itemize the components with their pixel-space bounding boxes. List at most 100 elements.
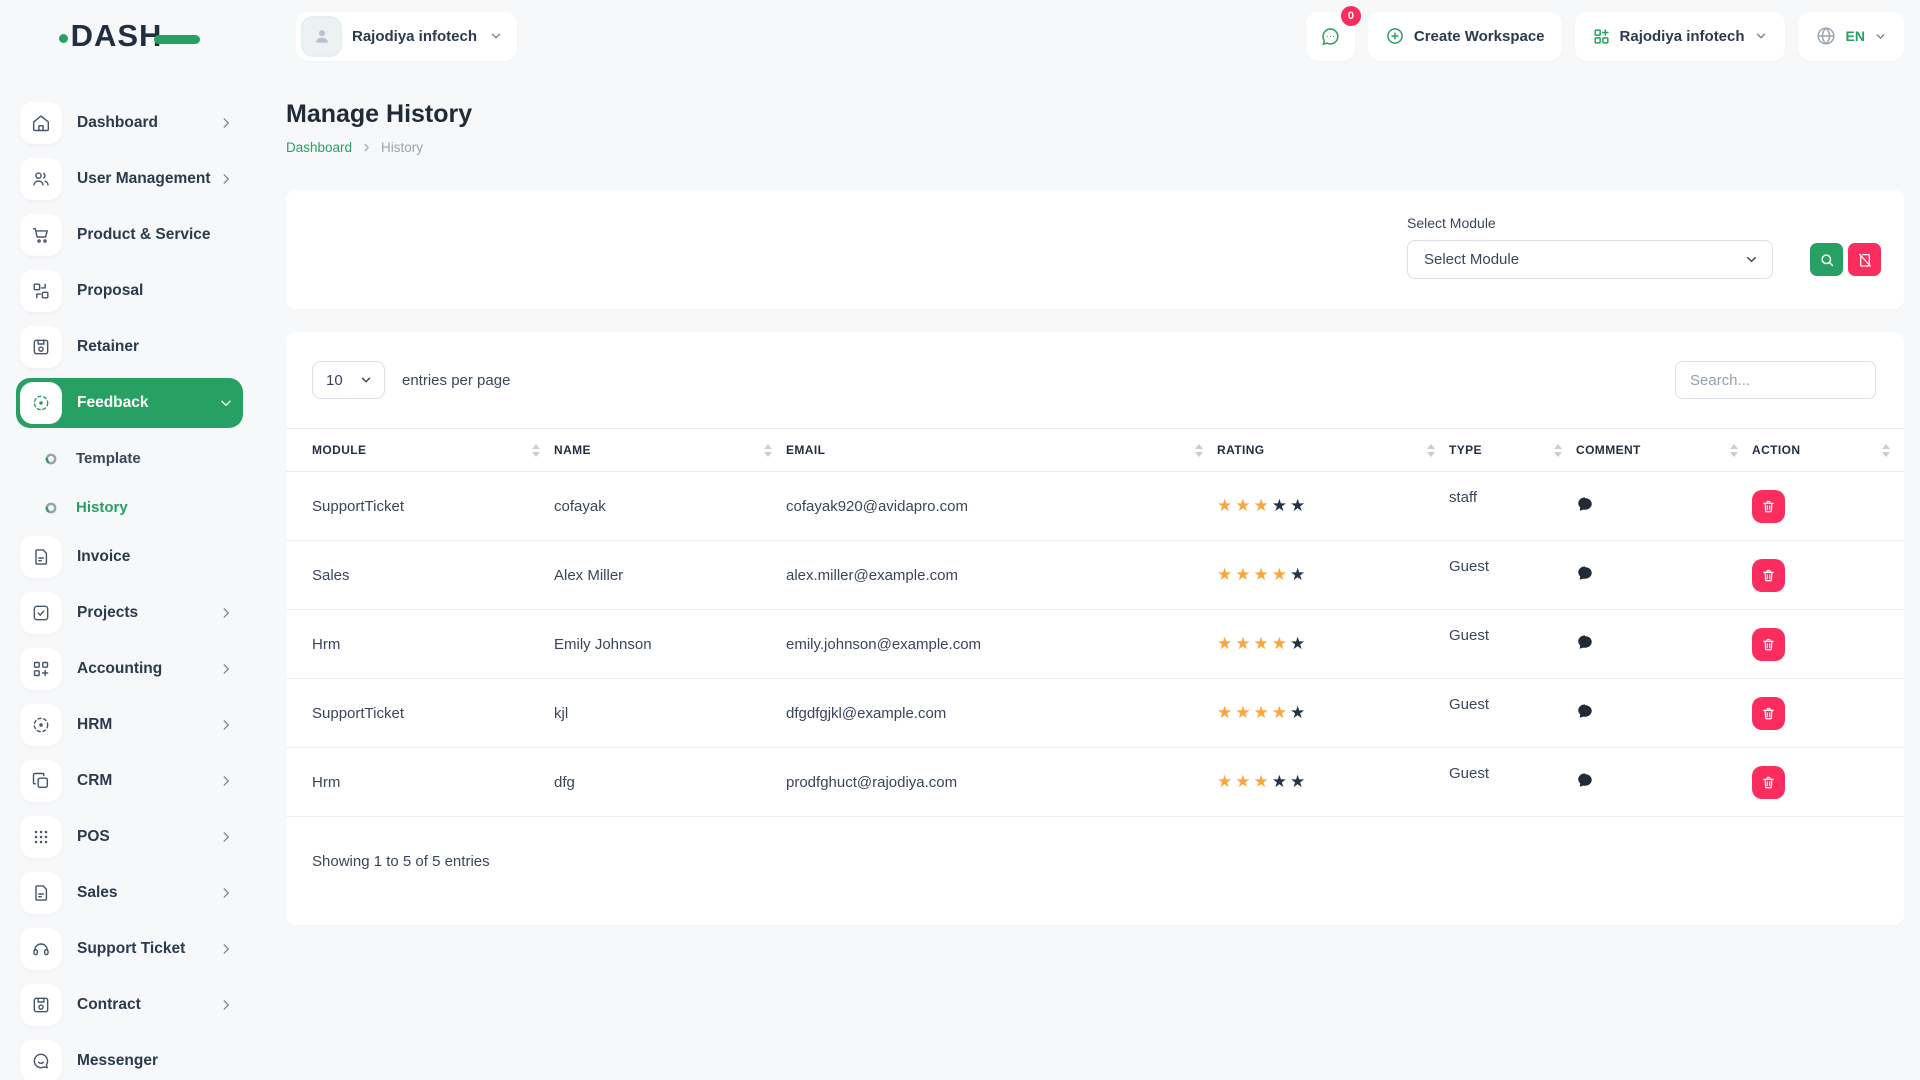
star-icon: ★ [1235, 498, 1250, 515]
chevron-right-icon [219, 606, 233, 620]
type-value: Guest [1449, 558, 1489, 575]
create-workspace-label: Create Workspace [1414, 28, 1545, 45]
delete-button[interactable] [1752, 697, 1785, 730]
sort-icon[interactable] [1882, 444, 1890, 457]
sidebar-subitem-history[interactable]: History [16, 483, 243, 532]
column-header-module[interactable]: MODULE [286, 429, 554, 472]
type-value: Guest [1449, 627, 1489, 644]
sidebar-item-user-management[interactable]: User Management [16, 154, 243, 204]
comment-button[interactable] [1576, 564, 1594, 582]
table-search-input[interactable] [1675, 361, 1876, 399]
language-menu-button[interactable]: EN [1798, 12, 1904, 61]
app-logo[interactable]: DASH [0, 18, 259, 54]
star-icon: ★ [1290, 705, 1305, 722]
trash-icon [1761, 568, 1776, 583]
module-cell: SupportTicket [286, 472, 554, 541]
messages-button[interactable]: 0 [1306, 12, 1355, 61]
star-rating: ★★★★★ [1217, 705, 1449, 722]
star-icon: ★ [1235, 567, 1250, 584]
sort-icon[interactable] [532, 444, 540, 457]
clear-filter-icon [1857, 252, 1873, 268]
delete-button[interactable] [1752, 559, 1785, 592]
swap-boxes-icon [20, 270, 62, 312]
sidebar-item-feedback[interactable]: Feedback [16, 378, 243, 428]
name-cell: dfg [554, 748, 786, 817]
type-value: Guest [1449, 765, 1489, 782]
header-actions: 0 Create Workspace Rajodiya infotech EN [1306, 12, 1904, 61]
column-header-action[interactable]: ACTION [1752, 429, 1904, 472]
page-size-select[interactable]: 10 [312, 361, 385, 399]
star-icon: ★ [1235, 636, 1250, 653]
column-header-comment[interactable]: COMMENT [1576, 429, 1752, 472]
delete-button[interactable] [1752, 490, 1785, 523]
comment-bubble-icon [1576, 564, 1594, 582]
chevron-down-icon [219, 396, 233, 410]
breadcrumb-current: History [381, 140, 423, 155]
sidebar-item-crm[interactable]: CRM [16, 756, 243, 806]
star-icon: ★ [1272, 774, 1287, 791]
type-cell: Guest [1449, 610, 1576, 679]
rating-cell: ★★★★★ [1217, 541, 1449, 610]
dots-grid-icon [20, 816, 62, 858]
module-select[interactable]: Select Module [1407, 240, 1773, 279]
chevron-right-icon [219, 172, 233, 186]
delete-button[interactable] [1752, 628, 1785, 661]
sidebar-item-product-service[interactable]: Product & Service [16, 210, 243, 260]
module-cell: Hrm [286, 610, 554, 679]
sidebar-item-accounting[interactable]: Accounting [16, 644, 243, 694]
sidebar-item-sales[interactable]: Sales [16, 868, 243, 918]
column-header-label: COMMENT [1576, 443, 1641, 457]
sort-icon[interactable] [1554, 444, 1562, 457]
sidebar-item-proposal[interactable]: Proposal [16, 266, 243, 316]
comment-button[interactable] [1576, 702, 1594, 720]
language-label: EN [1846, 28, 1865, 44]
sidebar-item-projects[interactable]: Projects [16, 588, 243, 638]
breadcrumb-dashboard-link[interactable]: Dashboard [286, 140, 352, 155]
comment-button[interactable] [1576, 633, 1594, 651]
sort-icon[interactable] [764, 444, 772, 457]
workspace-switcher[interactable]: Rajodiya infotech [296, 12, 517, 61]
sidebar-item-invoice[interactable]: Invoice [16, 532, 243, 582]
sort-icon[interactable] [1195, 444, 1203, 457]
star-icon: ★ [1217, 498, 1232, 515]
column-header-label: TYPE [1449, 443, 1482, 457]
trash-icon [1761, 775, 1776, 790]
apply-filter-button[interactable] [1810, 243, 1843, 276]
delete-button[interactable] [1752, 766, 1785, 799]
history-table-card: 10 entries per page MODULENAMEEMAILRATIN… [286, 332, 1904, 925]
chevron-down-icon [489, 29, 503, 43]
column-header-rating[interactable]: RATING [1217, 429, 1449, 472]
email-cell: alex.miller@example.com [786, 541, 1217, 610]
comment-button[interactable] [1576, 495, 1594, 513]
rating-cell: ★★★★★ [1217, 748, 1449, 817]
sidebar-item-pos[interactable]: POS [16, 812, 243, 862]
rating-cell: ★★★★★ [1217, 679, 1449, 748]
sidebar-item-support-ticket[interactable]: Support Ticket [16, 924, 243, 974]
comment-button[interactable] [1576, 771, 1594, 789]
type-cell: staff [1449, 472, 1576, 541]
reset-filter-button[interactable] [1848, 243, 1881, 276]
sort-icon[interactable] [1427, 444, 1435, 457]
chevron-right-icon [219, 942, 233, 956]
sidebar-item-retainer[interactable]: Retainer [16, 322, 243, 372]
name-cell: Alex Miller [554, 541, 786, 610]
rating-cell: ★★★★★ [1217, 610, 1449, 679]
column-header-name[interactable]: NAME [554, 429, 786, 472]
copy-icon [20, 760, 62, 802]
column-header-type[interactable]: TYPE [1449, 429, 1576, 472]
target-icon [20, 704, 62, 746]
type-cell: Guest [1449, 679, 1576, 748]
star-rating: ★★★★★ [1217, 636, 1449, 653]
sidebar-item-label: POS [77, 828, 219, 846]
sidebar-item-dashboard[interactable]: Dashboard [16, 98, 243, 148]
company-menu-button[interactable]: Rajodiya infotech [1575, 12, 1785, 61]
column-header-email[interactable]: EMAIL [786, 429, 1217, 472]
grid-plus-icon [1592, 27, 1611, 46]
create-workspace-button[interactable]: Create Workspace [1368, 12, 1562, 61]
sidebar-subitem-template[interactable]: Template [16, 434, 243, 483]
sort-icon[interactable] [1730, 444, 1738, 457]
action-cell [1752, 610, 1904, 679]
sidebar-item-contract[interactable]: Contract [16, 980, 243, 1030]
sidebar-item-hrm[interactable]: HRM [16, 700, 243, 750]
sidebar-item-messenger[interactable]: Messenger [16, 1036, 243, 1080]
